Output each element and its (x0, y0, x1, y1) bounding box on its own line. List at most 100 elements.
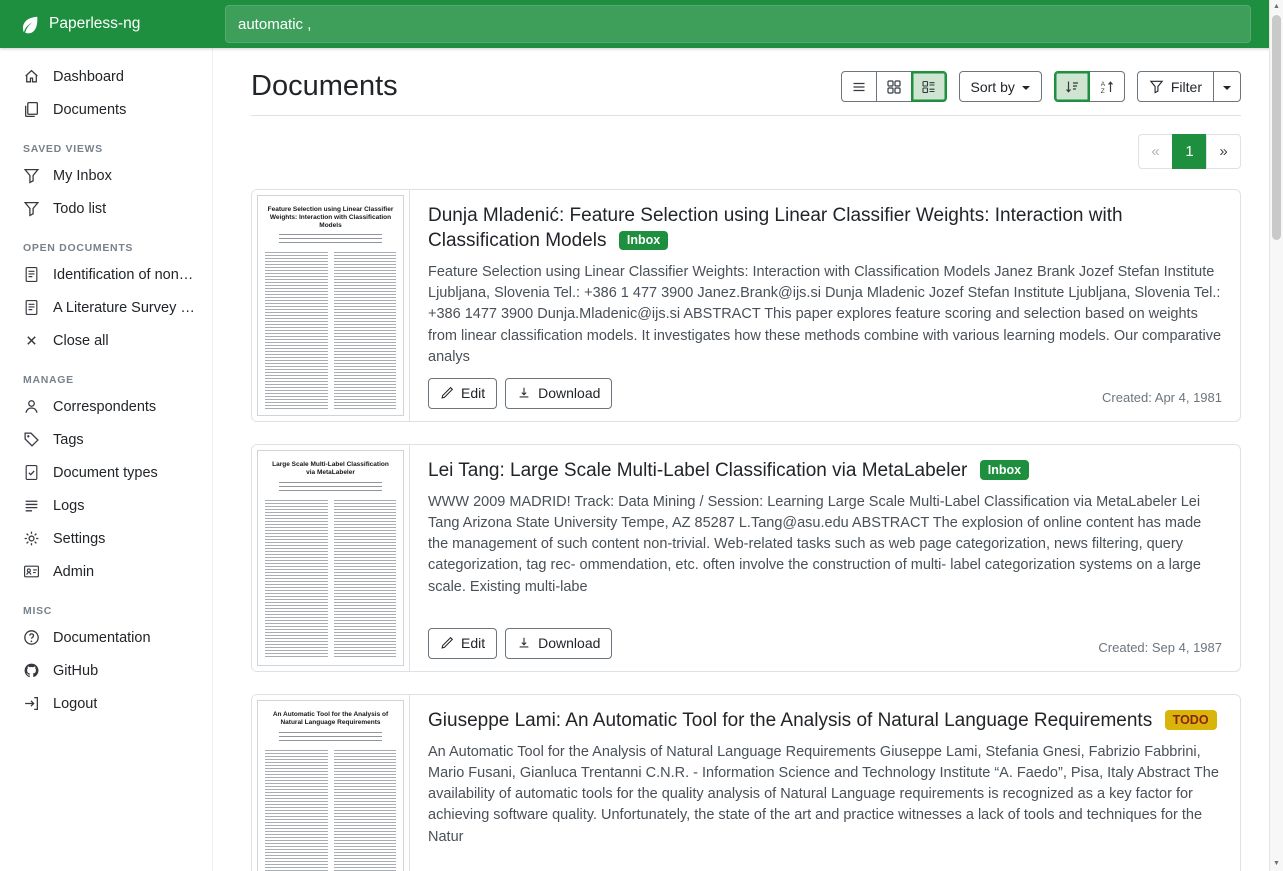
document-card-footer: Edit Download Created: Sep 4, 1987 (428, 628, 1222, 659)
download-label: Download (538, 385, 600, 401)
logout-icon (23, 695, 40, 712)
page-header: Documents Sort by (251, 70, 1241, 116)
house-icon (23, 68, 40, 85)
pagination: « 1 » (1138, 134, 1241, 169)
filter-button[interactable]: Filter (1137, 71, 1214, 102)
paperless-logo-icon (20, 15, 39, 34)
document-excerpt: Feature Selection using Linear Classifie… (428, 262, 1222, 368)
caret-down-icon (1022, 86, 1030, 90)
document-title-link[interactable]: Giuseppe Lami: An Automatic Tool for the… (428, 710, 1152, 731)
sidebar-item-settings[interactable]: Settings (0, 522, 212, 555)
thumbnail-column (265, 252, 328, 409)
document-card: Large Scale Multi-Label Classification v… (251, 444, 1241, 672)
sidebar-item-correspondents[interactable]: Correspondents (0, 390, 212, 423)
sidebar-section-misc: MISC (23, 605, 212, 617)
document-title-link[interactable]: Dunja Mladenić: Feature Selection using … (428, 205, 1123, 251)
document-thumbnail[interactable]: Large Scale Multi-Label Classification v… (252, 445, 410, 671)
sort-alpha-button[interactable]: AZ (1089, 71, 1125, 102)
view-list-button[interactable] (841, 71, 877, 102)
list-view-icon (851, 79, 867, 95)
filter-dropdown-toggle[interactable] (1213, 71, 1241, 102)
sidebar-item-label: Logs (53, 498, 84, 514)
global-search-input[interactable] (225, 5, 1251, 43)
documents-icon (23, 101, 40, 118)
thumbnail-text-columns (265, 500, 396, 659)
app-brand[interactable]: Paperless-ng (0, 15, 213, 34)
scrollbar-thumb[interactable] (1272, 15, 1281, 240)
sidebar-item-github[interactable]: GitHub (0, 654, 212, 687)
pagination-prev-button[interactable]: « (1138, 134, 1173, 169)
sort-descending-button[interactable] (1054, 71, 1090, 102)
sidebar-item-my-inbox[interactable]: My Inbox (0, 159, 212, 192)
sidebar-item-logs[interactable]: Logs (0, 489, 212, 522)
view-details-button[interactable] (911, 71, 947, 102)
funnel-icon (23, 200, 40, 217)
sidebar-item-close-all[interactable]: Close all (0, 324, 212, 357)
top-navbar: Paperless-ng (0, 0, 1283, 48)
sidebar-item-label: Admin (53, 564, 94, 580)
sidebar-item-documents[interactable]: Documents (0, 93, 212, 126)
sidebar-item-admin[interactable]: Admin (0, 555, 212, 588)
document-excerpt: An Automatic Tool for the Analysis of Na… (428, 742, 1222, 868)
page-title: Documents (251, 70, 398, 103)
sidebar-item-documentation[interactable]: Documentation (0, 621, 212, 654)
sort-by-dropdown[interactable]: Sort by (959, 71, 1042, 102)
thumbnail-page: An Automatic Tool for the Analysis of Na… (257, 700, 404, 871)
sidebar-item-todo-list[interactable]: Todo list (0, 192, 212, 225)
sidebar-item-document-types[interactable]: Document types (0, 456, 212, 489)
sidebar-item-logout[interactable]: Logout (0, 687, 212, 720)
document-card-body: Lei Tang: Large Scale Multi-Label Classi… (410, 445, 1240, 671)
filter-label: Filter (1171, 79, 1202, 95)
edit-button[interactable]: Edit (428, 628, 497, 659)
thumbnail-title: An Automatic Tool for the Analysis of Na… (267, 711, 394, 727)
main-content: Documents Sort by (213, 48, 1269, 871)
tag-badge-todo[interactable]: TODO (1165, 710, 1217, 730)
sidebar-item-open-doc-2[interactable]: A Literature Survey on ... (0, 291, 212, 324)
sidebar-section-saved-views: SAVED VIEWS (23, 143, 212, 155)
pencil-icon (440, 386, 454, 400)
sidebar-item-label: Correspondents (53, 399, 156, 415)
document-thumbnail[interactable]: Feature Selection using Linear Classifie… (252, 190, 410, 421)
sidebar-item-label: Identification of non-fu... (53, 267, 198, 283)
created-date: Created: Apr 4, 1981 (1102, 390, 1222, 409)
sidebar-item-tags[interactable]: Tags (0, 423, 212, 456)
thumbnail-title: Feature Selection using Linear Classifie… (267, 206, 394, 229)
view-grid-button[interactable] (876, 71, 912, 102)
sidebar-item-label: My Inbox (53, 168, 112, 184)
download-button[interactable]: Download (505, 378, 612, 409)
download-icon (517, 636, 531, 650)
filter-group: Filter (1137, 71, 1241, 102)
sidebar-item-dashboard[interactable]: Dashboard (0, 60, 212, 93)
document-card-body: Dunja Mladenić: Feature Selection using … (410, 190, 1240, 421)
tag-badge-inbox[interactable]: Inbox (980, 460, 1029, 480)
vertical-scrollbar[interactable]: ▲ ▼ (1269, 0, 1283, 871)
thumbnail-authors-lines (279, 482, 382, 494)
thumbnail-column (265, 500, 328, 659)
created-date: Created: Sep 4, 1987 (1098, 640, 1222, 659)
gear-icon (23, 530, 40, 547)
tag-badge-inbox[interactable]: Inbox (619, 231, 668, 251)
sidebar-item-label: Tags (53, 432, 84, 448)
edit-button[interactable]: Edit (428, 378, 497, 409)
scroll-down-arrow[interactable]: ▼ (1270, 857, 1283, 871)
sidebar-item-label: Documentation (53, 630, 151, 646)
document-thumbnail[interactable]: An Automatic Tool for the Analysis of Na… (252, 695, 410, 871)
funnel-icon (1149, 79, 1164, 94)
sidebar-item-label: Document types (53, 465, 158, 481)
sidebar-item-label: Settings (53, 531, 105, 547)
thumbnail-title: Large Scale Multi-Label Classification v… (267, 461, 394, 477)
download-label: Download (538, 635, 600, 651)
scroll-up-arrow[interactable]: ▲ (1270, 0, 1283, 14)
github-icon (23, 662, 40, 679)
pagination-page-1-button[interactable]: 1 (1172, 134, 1207, 169)
thumbnail-text-columns (265, 252, 396, 409)
sidebar-item-open-doc-1[interactable]: Identification of non-fu... (0, 258, 212, 291)
pagination-next-button[interactable]: » (1206, 134, 1241, 169)
thumbnail-page: Feature Selection using Linear Classifie… (257, 195, 404, 416)
document-title-link[interactable]: Lei Tang: Large Scale Multi-Label Classi… (428, 460, 967, 481)
download-button[interactable]: Download (505, 628, 612, 659)
download-icon (517, 386, 531, 400)
sidebar: Dashboard Documents SAVED VIEWS My Inbox… (0, 48, 213, 871)
pencil-icon (440, 636, 454, 650)
thumbnail-authors-lines (279, 732, 382, 744)
